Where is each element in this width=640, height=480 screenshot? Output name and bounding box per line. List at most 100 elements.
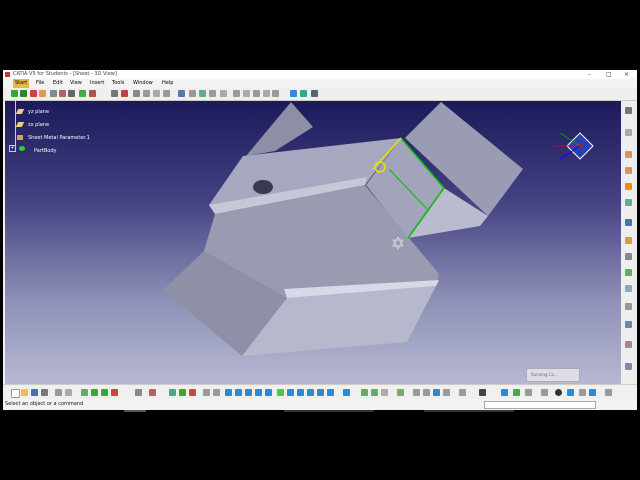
axis-icon[interactable] [253, 90, 260, 97]
hidden-edges-icon[interactable] [163, 90, 170, 97]
new-file-icon[interactable] [11, 389, 20, 398]
curvature-icon[interactable] [220, 90, 227, 97]
normal-to-icon[interactable] [225, 389, 232, 396]
manual-update-icon[interactable] [300, 90, 307, 97]
undo-icon[interactable] [91, 389, 98, 396]
normal-view-icon[interactable] [68, 90, 75, 97]
unfold-icon[interactable] [625, 219, 632, 226]
sketch-icon[interactable] [625, 107, 632, 114]
wall-icon[interactable] [625, 129, 632, 136]
menu-tools[interactable]: Tools [112, 79, 124, 88]
menu-help[interactable]: Help [162, 79, 173, 88]
right-view-icon[interactable] [265, 389, 272, 396]
cutout-icon[interactable] [625, 237, 632, 244]
grid-icon[interactable] [233, 90, 240, 97]
3d-viewport[interactable]: yz plane zx plane Sheet Metal Parameter.… [5, 101, 621, 384]
ground-icon[interactable] [343, 389, 350, 396]
wireframe-icon[interactable] [143, 90, 150, 97]
close-button[interactable]: × [624, 70, 629, 79]
menu-window[interactable]: Window [133, 79, 153, 88]
zoom-out-view-icon[interactable] [213, 389, 220, 396]
bend-icon[interactable] [625, 199, 632, 206]
line-create-icon[interactable] [443, 389, 450, 396]
measure-inertia-icon[interactable] [381, 389, 388, 396]
measure-icon[interactable] [189, 90, 196, 97]
shading-mode-icon[interactable] [277, 389, 284, 396]
move-icon[interactable] [11, 90, 18, 97]
menu-file[interactable]: File [36, 79, 44, 88]
rotate-icon[interactable] [30, 90, 37, 97]
save-icon[interactable] [31, 389, 38, 396]
open-folder-icon[interactable] [21, 389, 28, 396]
whats-this-icon[interactable] [111, 389, 118, 396]
extrusion-icon[interactable] [625, 167, 632, 174]
iso-view-icon[interactable] [235, 389, 242, 396]
measure-item-icon[interactable] [371, 389, 378, 396]
stamp-icon[interactable] [625, 285, 632, 292]
pan-icon[interactable] [20, 90, 27, 97]
scan-icon[interactable] [311, 90, 318, 97]
zoom-in-icon[interactable] [50, 90, 57, 97]
formula-icon[interactable] [135, 389, 142, 396]
fly-icon[interactable] [605, 389, 612, 396]
point-icon[interactable] [272, 90, 279, 97]
spin-icon[interactable] [567, 389, 574, 396]
lighting-icon[interactable] [317, 389, 324, 396]
cut-icon[interactable] [55, 389, 62, 396]
update-icon[interactable] [290, 90, 297, 97]
edges-icon[interactable] [153, 90, 160, 97]
maximize-button[interactable]: □ [606, 70, 612, 79]
measure-between-icon[interactable] [361, 389, 368, 396]
constraint-icon[interactable] [525, 389, 532, 396]
parameters-icon[interactable] [541, 389, 548, 396]
shading-icon[interactable] [133, 90, 140, 97]
menu-start[interactable]: Start [13, 79, 30, 88]
hide-show-icon[interactable] [89, 90, 96, 97]
menu-view[interactable]: View [70, 79, 82, 88]
command-input[interactable] [484, 401, 596, 409]
redo-icon[interactable] [101, 389, 108, 396]
plane-tool-icon[interactable] [263, 90, 270, 97]
material-apply-icon[interactable] [307, 389, 314, 396]
point-create-icon[interactable] [459, 389, 466, 396]
wall-on-edge-icon[interactable] [625, 151, 632, 158]
zoom-in-view-icon[interactable] [203, 389, 210, 396]
rotate-view-icon[interactable] [189, 389, 196, 396]
top-view-icon[interactable] [255, 389, 262, 396]
mirror-icon[interactable] [625, 321, 632, 328]
fly-mode-icon[interactable] [79, 90, 86, 97]
sketch-analysis-icon[interactable] [513, 389, 520, 396]
video-icon[interactable] [501, 389, 508, 396]
knowledge-icon[interactable] [149, 389, 156, 396]
draft-analysis-icon[interactable] [209, 90, 216, 97]
hide-icon[interactable] [287, 389, 294, 396]
flange-icon[interactable] [625, 183, 632, 190]
front-view-icon[interactable] [245, 389, 252, 396]
minimize-button[interactable]: – [588, 70, 591, 79]
pan-view-icon[interactable] [179, 389, 186, 396]
analysis-icon[interactable] [199, 90, 206, 97]
snap-icon[interactable] [243, 90, 250, 97]
reference-icon[interactable] [423, 389, 430, 396]
swap-visible-icon[interactable] [297, 389, 304, 396]
material-icon[interactable] [178, 90, 185, 97]
sheet-metal-part[interactable] [5, 101, 621, 384]
pattern-icon[interactable] [625, 303, 632, 310]
isometric-view-icon[interactable] [121, 90, 128, 97]
camera-icon[interactable] [479, 389, 486, 396]
menu-edit[interactable]: Edit [53, 79, 63, 88]
copy-icon[interactable] [65, 389, 72, 396]
paste-icon[interactable] [81, 389, 88, 396]
catalog-icon[interactable] [413, 389, 420, 396]
corner-relief-icon[interactable] [625, 269, 632, 276]
upper-back-flange[interactable] [246, 102, 313, 156]
fit-all-icon[interactable] [169, 389, 176, 396]
zoom-out-icon[interactable] [59, 90, 66, 97]
plane-create-icon[interactable] [433, 389, 440, 396]
translation-icon[interactable] [625, 341, 632, 348]
menu-insert[interactable]: Insert [90, 79, 104, 88]
rendering-icon[interactable] [555, 389, 562, 396]
compass-icon[interactable] [39, 90, 46, 97]
print-icon[interactable] [41, 389, 48, 396]
capture-icon[interactable] [579, 389, 586, 396]
